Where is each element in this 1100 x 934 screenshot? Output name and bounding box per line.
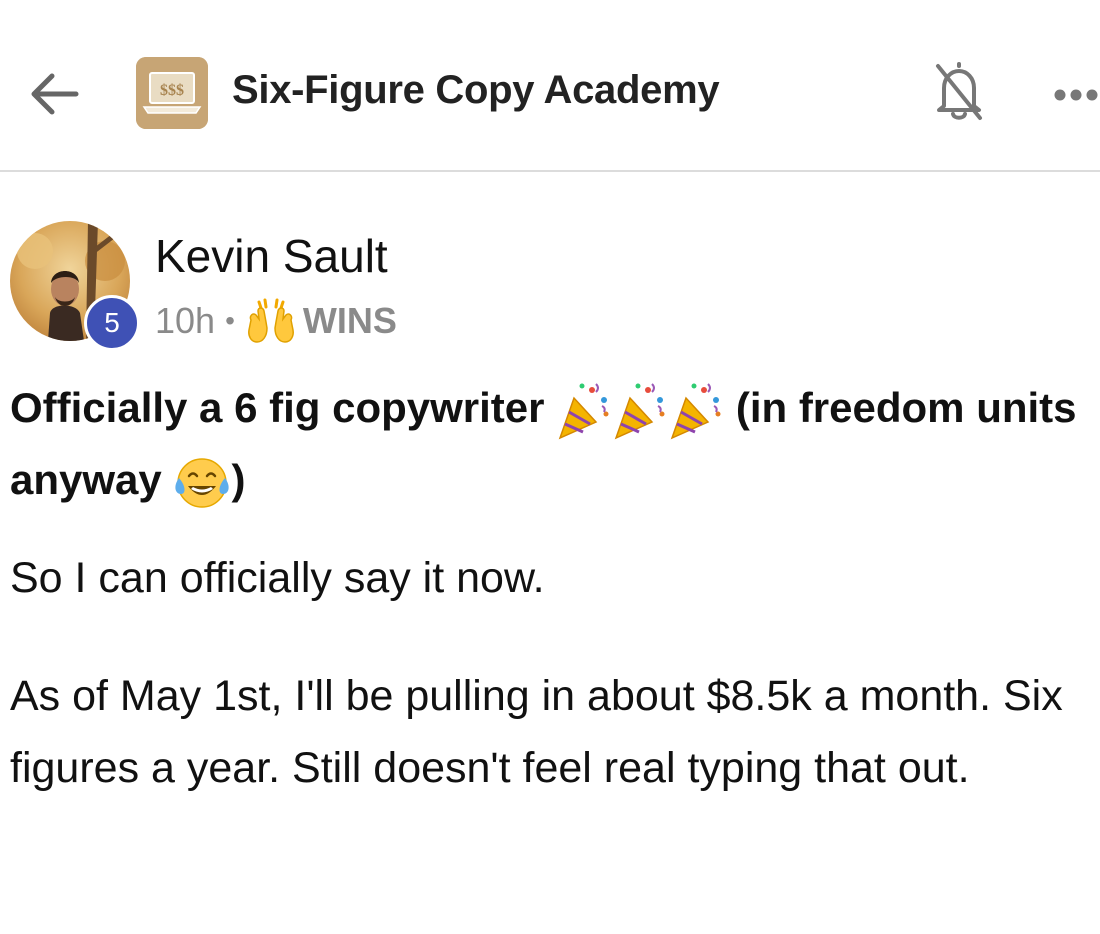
party-popper-emoji xyxy=(614,383,665,440)
post-title: Officially a 6 fig copywriter (in freedo… xyxy=(10,372,1090,516)
arrow-left-icon xyxy=(31,73,79,115)
notifications-button[interactable] xyxy=(934,60,984,124)
level-badge: 5 xyxy=(84,295,140,351)
back-button[interactable] xyxy=(28,72,80,116)
more-options-button[interactable] xyxy=(1050,80,1100,110)
more-horizontal-icon xyxy=(1054,89,1098,101)
group-header: $$$ Six-Figure Copy Academy xyxy=(0,0,1100,172)
party-popper-emoji xyxy=(558,383,609,440)
post-paragraph: So I can officially say it now. xyxy=(10,554,545,602)
laptop-dollar-icon: $$$ xyxy=(136,57,208,129)
post-title-part1: Officially a 6 fig copywriter xyxy=(10,384,545,431)
logo-text: $$$ xyxy=(160,82,184,99)
group-title[interactable]: Six-Figure Copy Academy xyxy=(232,68,720,113)
post-paragraph: As of May 1st, I'll be pulling in about … xyxy=(10,672,1063,792)
meta-separator: • xyxy=(225,305,235,336)
post-meta: 10h • WINS xyxy=(155,298,397,344)
post-category[interactable]: WINS xyxy=(303,300,397,342)
author-avatar-container[interactable]: 5 xyxy=(10,221,140,351)
post-title-part3: ) xyxy=(231,456,246,503)
party-popper-emoji xyxy=(670,383,721,440)
author-name[interactable]: Kevin Sault xyxy=(155,229,388,283)
tears-of-joy-emoji xyxy=(175,458,230,508)
group-logo[interactable]: $$$ xyxy=(136,57,208,129)
raising-hands-emoji xyxy=(247,298,294,343)
post-time[interactable]: 10h xyxy=(155,300,215,342)
bell-muted-icon xyxy=(936,62,982,120)
